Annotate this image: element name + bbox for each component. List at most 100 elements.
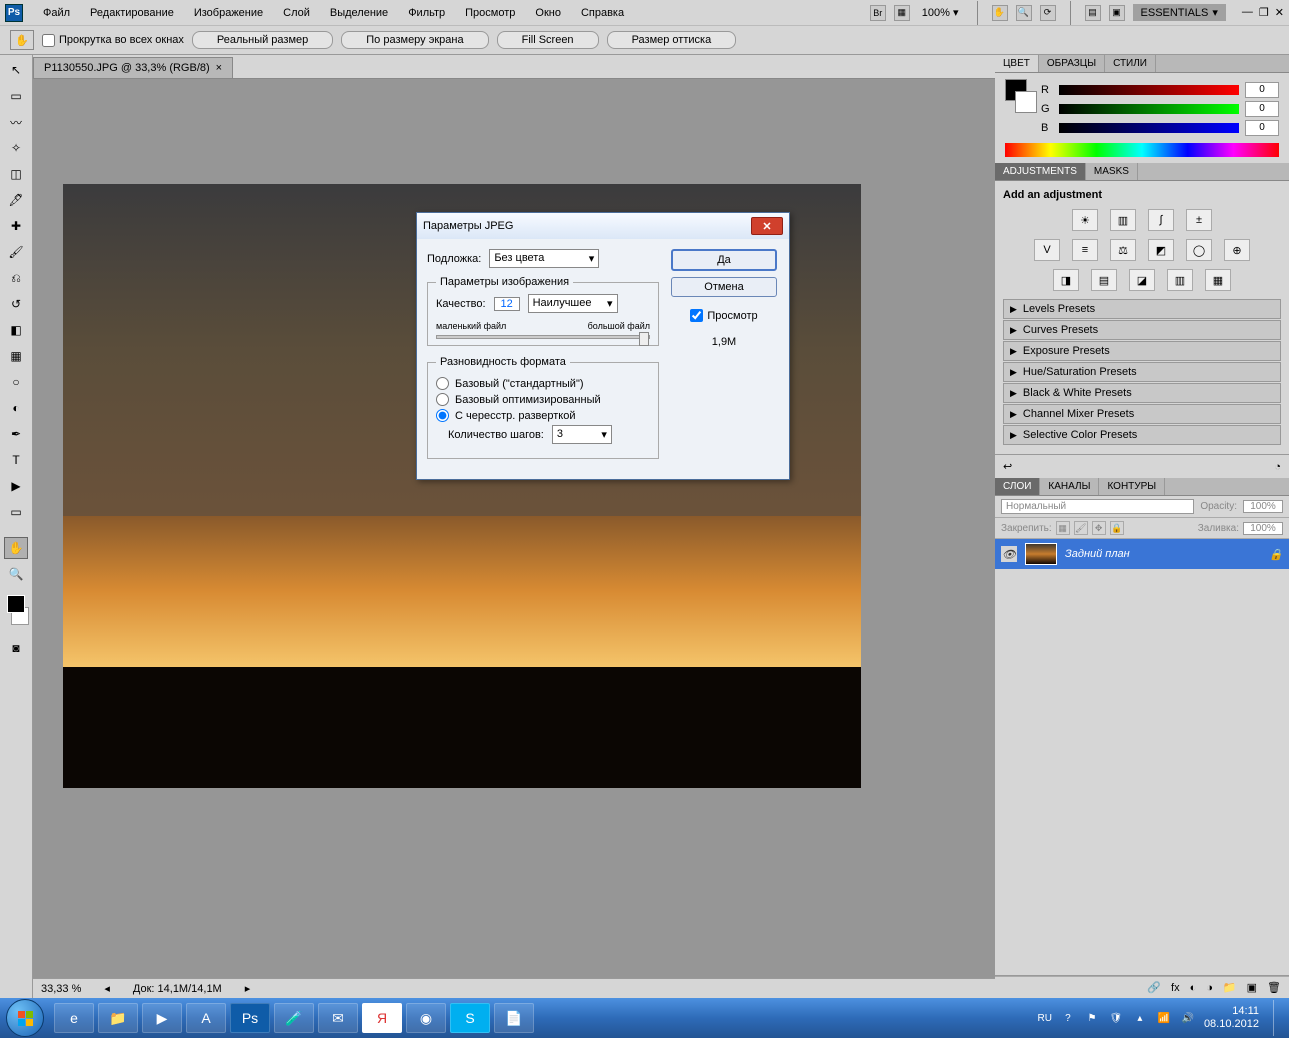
menu-file[interactable]: Файл [33, 3, 80, 23]
rotate-icon[interactable]: ⟳ [1040, 5, 1056, 21]
vibrance-icon[interactable]: V [1034, 239, 1060, 261]
current-tool-icon[interactable]: ✋ [10, 30, 34, 50]
scroll-all-checkbox[interactable]: Прокрутка во всех окнах [42, 34, 184, 47]
delete-layer-icon[interactable]: 🗑 [1267, 981, 1281, 994]
g-value[interactable]: 0 [1245, 101, 1279, 117]
layer-thumbnail[interactable] [1025, 543, 1057, 565]
lang-indicator[interactable]: RU [1037, 1013, 1051, 1024]
preset-exposure[interactable]: ▶Exposure Presets [1003, 341, 1281, 361]
opacity-value[interactable]: 100% [1243, 500, 1283, 513]
actual-pixels-button[interactable]: Реальный размер [192, 31, 333, 49]
tray-network-icon[interactable]: 📶 [1156, 1010, 1172, 1026]
scans-select[interactable]: 3 ▾ [552, 425, 612, 444]
zoom-icon[interactable]: 🔍 [1016, 5, 1032, 21]
tab-close-icon[interactable]: × [216, 62, 222, 74]
wand-tool[interactable]: ✧ [4, 137, 28, 159]
quality-preset-select[interactable]: Наилучшее ▾ [528, 294, 618, 313]
ok-button[interactable]: Да [671, 249, 777, 271]
fill-screen-button[interactable]: Fill Screen [497, 31, 599, 49]
quickmask-icon[interactable]: ◙ [4, 637, 28, 659]
heal-tool[interactable]: ✚ [4, 215, 28, 237]
tab-channels[interactable]: КАНАЛЫ [1040, 478, 1099, 495]
menu-select[interactable]: Выделение [320, 3, 398, 23]
tab-color[interactable]: ЦВЕТ [995, 55, 1039, 72]
preset-levels[interactable]: ▶Levels Presets [1003, 299, 1281, 319]
eraser-tool[interactable]: ◧ [4, 319, 28, 341]
levels-icon[interactable]: ▥ [1110, 209, 1136, 231]
fill-value[interactable]: 100% [1243, 522, 1283, 535]
status-arrow-left[interactable]: ◂ [101, 982, 113, 995]
channel-mixer-icon[interactable]: ⊕ [1224, 239, 1250, 261]
crop-tool[interactable]: ◫ [4, 163, 28, 185]
task-mail-icon[interactable]: ✉ [318, 1003, 358, 1033]
start-button[interactable] [6, 999, 44, 1037]
bw-icon[interactable]: ◩ [1148, 239, 1174, 261]
invert-icon[interactable]: ◨ [1053, 269, 1079, 291]
quality-slider[interactable] [436, 335, 650, 339]
minimize-icon[interactable]: — [1242, 6, 1253, 19]
tray-help-icon[interactable]: ? [1060, 1010, 1076, 1026]
path-select-tool[interactable]: ▶ [4, 475, 28, 497]
status-arrow-right[interactable]: ▸ [242, 982, 254, 995]
print-size-button[interactable]: Размер оттиска [607, 31, 737, 49]
task-skype-icon[interactable]: S [450, 1003, 490, 1033]
layer-mask-icon[interactable]: ◐ [1190, 982, 1197, 994]
shape-tool[interactable]: ▭ [4, 501, 28, 523]
tray-action-icon[interactable]: ⚑ [1084, 1010, 1100, 1026]
balance-icon[interactable]: ⚖ [1110, 239, 1136, 261]
movieclip-icon[interactable]: ▦ [894, 5, 910, 21]
blur-tool[interactable]: ○ [4, 371, 28, 393]
new-layer-icon[interactable]: ▣ [1247, 981, 1257, 994]
zoom-percent[interactable]: 100% ▾ [918, 6, 963, 19]
tray-volume-icon[interactable]: 🔊 [1180, 1010, 1196, 1026]
format-optimized[interactable]: Базовый оптимизированный [436, 393, 650, 406]
layer-visibility-icon[interactable]: 👁 [1001, 546, 1017, 562]
task-media-icon[interactable]: ▶ [142, 1003, 182, 1033]
show-desktop[interactable] [1273, 1000, 1283, 1036]
zoom-tool[interactable]: 🔍 [4, 563, 28, 585]
tray-chevron-icon[interactable]: ▴ [1132, 1010, 1148, 1026]
preset-selective[interactable]: ▶Selective Color Presets [1003, 425, 1281, 445]
menu-edit[interactable]: Редактирование [80, 3, 184, 23]
blend-mode-select[interactable]: Нормальный [1001, 499, 1194, 514]
color-back-swatch[interactable] [1015, 91, 1037, 113]
task-app2-icon[interactable]: 📄 [494, 1003, 534, 1033]
hand-icon[interactable]: ✋ [992, 5, 1008, 21]
quality-input[interactable] [494, 297, 520, 311]
history-brush-tool[interactable]: ↺ [4, 293, 28, 315]
adjust-return-icon[interactable]: ↩ [1003, 460, 1012, 473]
tab-swatches[interactable]: ОБРАЗЦЫ [1039, 55, 1105, 72]
layer-name[interactable]: Задний план [1065, 548, 1130, 560]
dodge-tool[interactable]: ◐ [4, 397, 28, 419]
task-autocad-icon[interactable]: A [186, 1003, 226, 1033]
matte-select[interactable]: Без цвета ▾ [489, 249, 599, 268]
taskbar-clock[interactable]: 14:1108.10.2012 [1204, 1005, 1259, 1031]
cancel-button[interactable]: Отмена [671, 277, 777, 297]
task-yandex-icon[interactable]: Я [362, 1003, 402, 1033]
lock-pos-icon[interactable]: ✥ [1092, 521, 1106, 535]
posterize-icon[interactable]: ▤ [1091, 269, 1117, 291]
format-progressive[interactable]: С чересстр. разверткой [436, 409, 650, 422]
gradient-map-icon[interactable]: ▥ [1167, 269, 1193, 291]
workspace-switcher[interactable]: ESSENTIALS▾ [1133, 4, 1226, 21]
type-tool[interactable]: T [4, 449, 28, 471]
tab-adjustments[interactable]: ADJUSTMENTS [995, 163, 1086, 180]
g-slider[interactable] [1059, 104, 1239, 114]
menu-help[interactable]: Справка [571, 3, 634, 23]
group-icon[interactable]: 📁 [1223, 981, 1237, 994]
foreground-swatch[interactable] [7, 595, 25, 613]
tab-layers[interactable]: СЛОИ [995, 478, 1040, 495]
adjustment-layer-icon[interactable]: ◑ [1206, 982, 1213, 994]
hand-tool[interactable]: ✋ [4, 537, 28, 559]
marquee-tool[interactable]: ▭ [4, 85, 28, 107]
tab-masks[interactable]: MASKS [1086, 163, 1138, 180]
menu-filter[interactable]: Фильтр [398, 3, 455, 23]
preset-channel[interactable]: ▶Channel Mixer Presets [1003, 404, 1281, 424]
task-ie-icon[interactable]: e [54, 1003, 94, 1033]
restore-icon[interactable]: ❐ [1259, 6, 1269, 19]
r-slider[interactable] [1059, 85, 1239, 95]
brush-tool[interactable]: 🖌 [4, 241, 28, 263]
menu-window[interactable]: Окно [525, 3, 571, 23]
preview-checkbox[interactable]: Просмотр [690, 309, 757, 322]
selective-color-icon[interactable]: ▦ [1205, 269, 1231, 291]
